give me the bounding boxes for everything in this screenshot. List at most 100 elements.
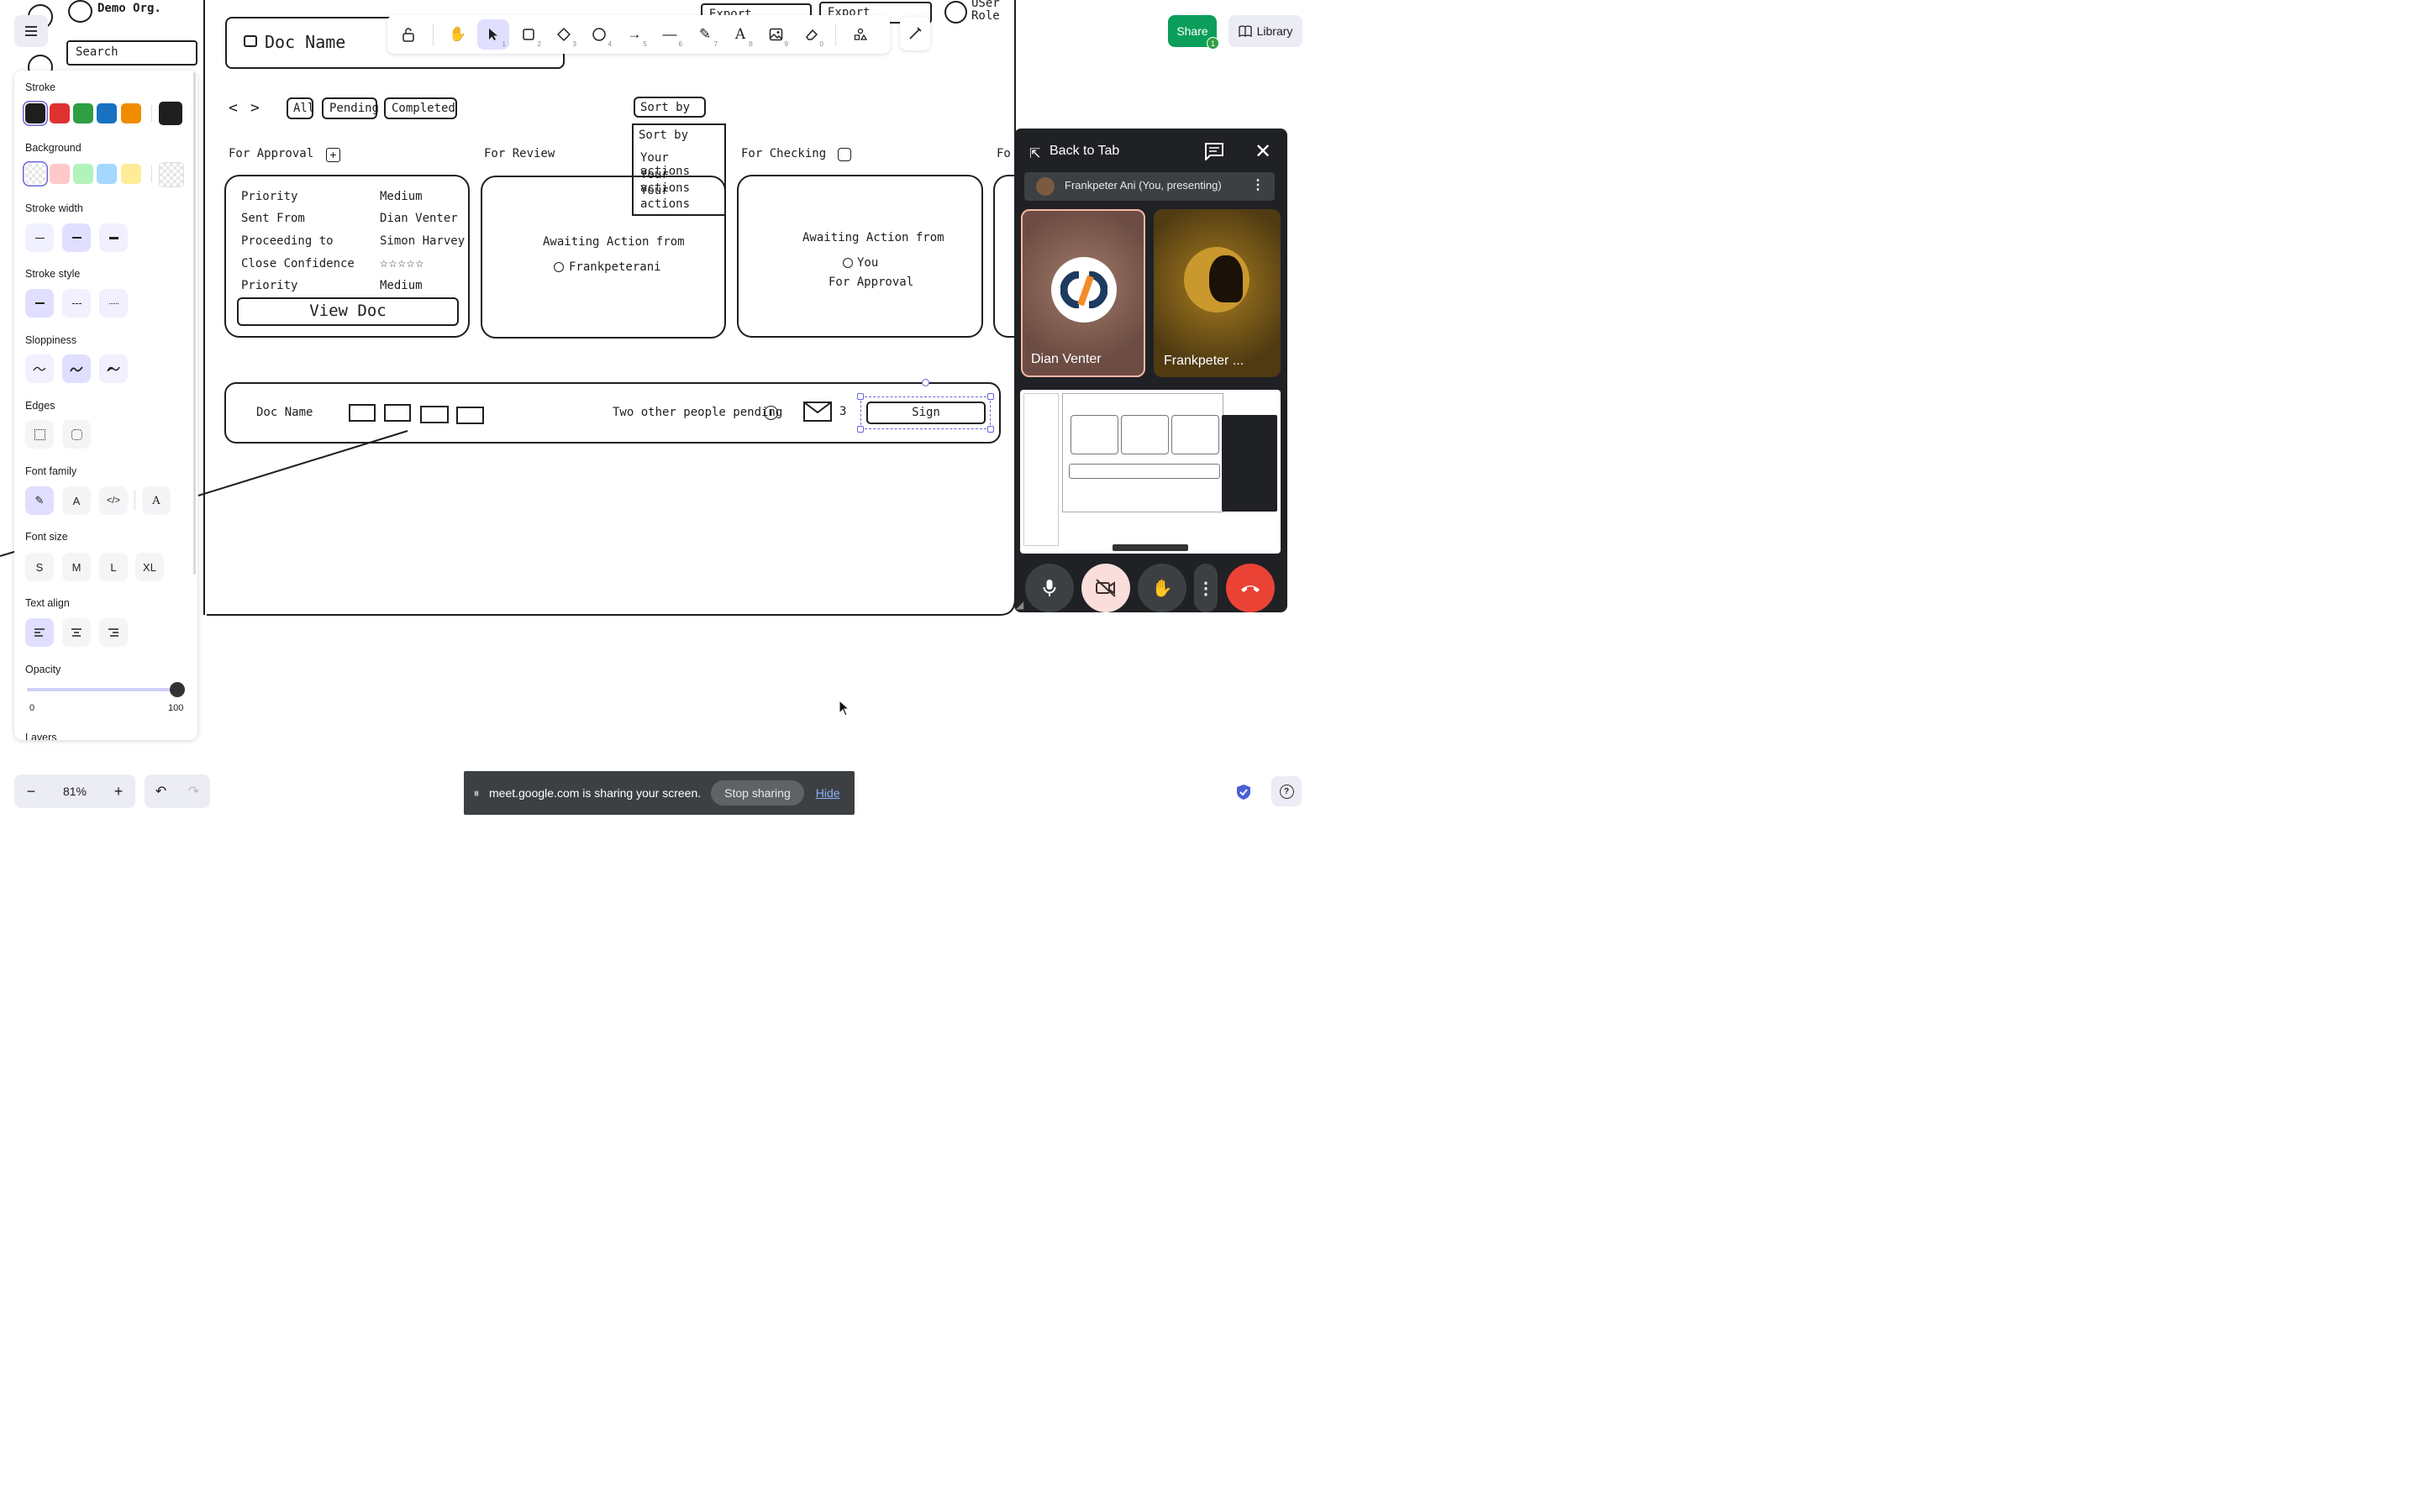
background-swatch[interactable] (97, 164, 117, 184)
sloppiness-artist[interactable] (62, 354, 91, 383)
stroke-width-bold[interactable] (62, 223, 91, 252)
stroke-style-dotted[interactable] (99, 289, 128, 318)
rectangle-icon[interactable]: 2 (513, 19, 544, 50)
selection-handle[interactable] (987, 393, 994, 400)
background-swatch[interactable] (73, 164, 93, 184)
lock-icon[interactable] (392, 19, 424, 50)
background-swatch[interactable] (25, 164, 45, 184)
filter-completed[interactable]: Completed (384, 97, 457, 119)
hide-button[interactable]: Hide (816, 786, 840, 800)
selection-icon[interactable]: 1 (477, 19, 509, 50)
search-box[interactable]: Search (66, 40, 197, 66)
stroke-style-dashed[interactable] (62, 289, 91, 318)
undo-icon[interactable]: ↶ (145, 783, 177, 800)
checkbox-icon[interactable] (838, 148, 851, 161)
mail-icon[interactable] (803, 402, 832, 422)
drag-handle-icon[interactable]: ⏸ (467, 786, 486, 801)
library-button[interactable]: Library (1228, 15, 1302, 47)
hand-icon[interactable]: ✋ (442, 19, 474, 50)
more-options-button[interactable]: ⋮ (1194, 564, 1218, 612)
stroke-swatch[interactable] (25, 103, 45, 123)
align-left-button[interactable] (25, 618, 54, 647)
sign-button[interactable]: Sign (866, 402, 986, 424)
panel-scrollbar[interactable] (193, 71, 196, 575)
zoom-level[interactable]: 81% (48, 785, 102, 798)
menu-button[interactable] (14, 15, 48, 47)
font-hand-drawn[interactable]: ✎ (25, 486, 54, 515)
font-more[interactable]: A (142, 486, 171, 515)
selection-handle[interactable] (987, 426, 994, 433)
zoom-out-button[interactable]: − (14, 783, 48, 801)
font-size-m[interactable]: M (62, 553, 91, 581)
stroke-swatch[interactable] (97, 103, 117, 123)
chat-icon[interactable] (1204, 142, 1224, 160)
help-button[interactable]: ? (1271, 776, 1302, 806)
back-to-tab-button[interactable]: Back to Tab (1050, 144, 1119, 159)
selection-handle[interactable] (857, 426, 864, 433)
magic-wand-button[interactable] (900, 17, 930, 50)
back-to-tab-icon[interactable]: ⇱ (1029, 145, 1040, 162)
stroke-swatch[interactable] (121, 103, 141, 123)
background-swatch[interactable] (121, 164, 141, 184)
stop-sharing-button[interactable]: Stop sharing (711, 780, 804, 806)
zoom-controls: − 81% + (14, 774, 135, 808)
more-options-icon[interactable]: ⋮ (1251, 176, 1265, 193)
microphone-button[interactable] (1025, 564, 1074, 612)
camera-off-button[interactable] (1081, 564, 1130, 612)
participant-tile[interactable]: Frankpeter ... (1154, 209, 1281, 377)
shield-icon[interactable] (1234, 783, 1253, 801)
opacity-slider-track[interactable] (27, 688, 178, 691)
image-icon[interactable]: 9 (760, 19, 792, 50)
align-left-icon (34, 628, 45, 637)
opacity-slider-thumb[interactable] (170, 682, 185, 697)
sloppiness-architect[interactable] (25, 354, 54, 383)
sloppiness-cartoonist[interactable] (99, 354, 128, 383)
font-size-xl[interactable]: XL (135, 553, 164, 581)
text-icon[interactable]: A8 (724, 19, 756, 50)
next-arrow-icon[interactable]: > (250, 99, 260, 117)
line-icon[interactable]: —6 (654, 19, 686, 50)
prev-arrow-icon[interactable]: < (229, 99, 238, 117)
more-shapes-icon[interactable] (844, 19, 876, 50)
filter-pending[interactable]: Pending (322, 97, 379, 119)
ellipse-icon[interactable]: 4 (583, 19, 615, 50)
raise-hand-button[interactable]: ✋ (1138, 564, 1186, 612)
diamond-icon[interactable]: 3 (548, 19, 580, 50)
stroke-swatch[interactable] (50, 103, 70, 123)
stroke-current-color[interactable] (159, 102, 182, 125)
edges-round[interactable] (62, 420, 91, 449)
font-code[interactable]: </> (99, 486, 128, 515)
arrow-icon[interactable]: → 5 (618, 19, 650, 50)
participant-tile[interactable]: Dian Venter (1021, 209, 1145, 377)
star-rating[interactable]: ☆☆☆☆☆ (380, 255, 424, 270)
font-size-s[interactable]: S (25, 553, 54, 581)
background-current-color[interactable] (159, 162, 184, 187)
edges-sharp[interactable] (25, 420, 54, 449)
font-size-l[interactable]: L (99, 553, 128, 581)
align-right-button[interactable] (99, 618, 128, 647)
stroke-style-solid[interactable] (25, 289, 54, 318)
selection-handle[interactable] (857, 393, 864, 400)
view-doc-button[interactable]: View Doc (237, 297, 459, 326)
hang-up-button[interactable] (1226, 564, 1275, 612)
filter-all[interactable]: All (287, 97, 314, 119)
stroke-swatch[interactable] (73, 103, 93, 123)
info-icon[interactable]: i (764, 406, 778, 420)
background-swatch[interactable] (50, 164, 70, 184)
eraser-icon[interactable]: 0 (795, 19, 827, 50)
org-avatar-circle (68, 0, 92, 23)
zoom-in-button[interactable]: + (102, 783, 135, 801)
close-icon[interactable]: ✕ (1255, 139, 1271, 164)
sort-by-dropdown[interactable]: Sort by (634, 97, 706, 118)
add-icon[interactable]: + (326, 148, 340, 162)
resize-handle-icon[interactable]: ◢ (1016, 599, 1023, 611)
font-normal[interactable]: A (62, 486, 91, 515)
rotation-handle[interactable] (922, 379, 929, 386)
redo-icon[interactable]: ↷ (177, 783, 210, 800)
pencil-icon[interactable]: ✎ 7 (689, 19, 721, 50)
sort-menu-item[interactable]: Sort by (639, 129, 688, 142)
stroke-width-extra-bold[interactable] (99, 223, 128, 252)
stroke-width-thin[interactable] (25, 223, 54, 252)
align-center-button[interactable] (62, 618, 91, 647)
review-card[interactable] (481, 176, 726, 339)
